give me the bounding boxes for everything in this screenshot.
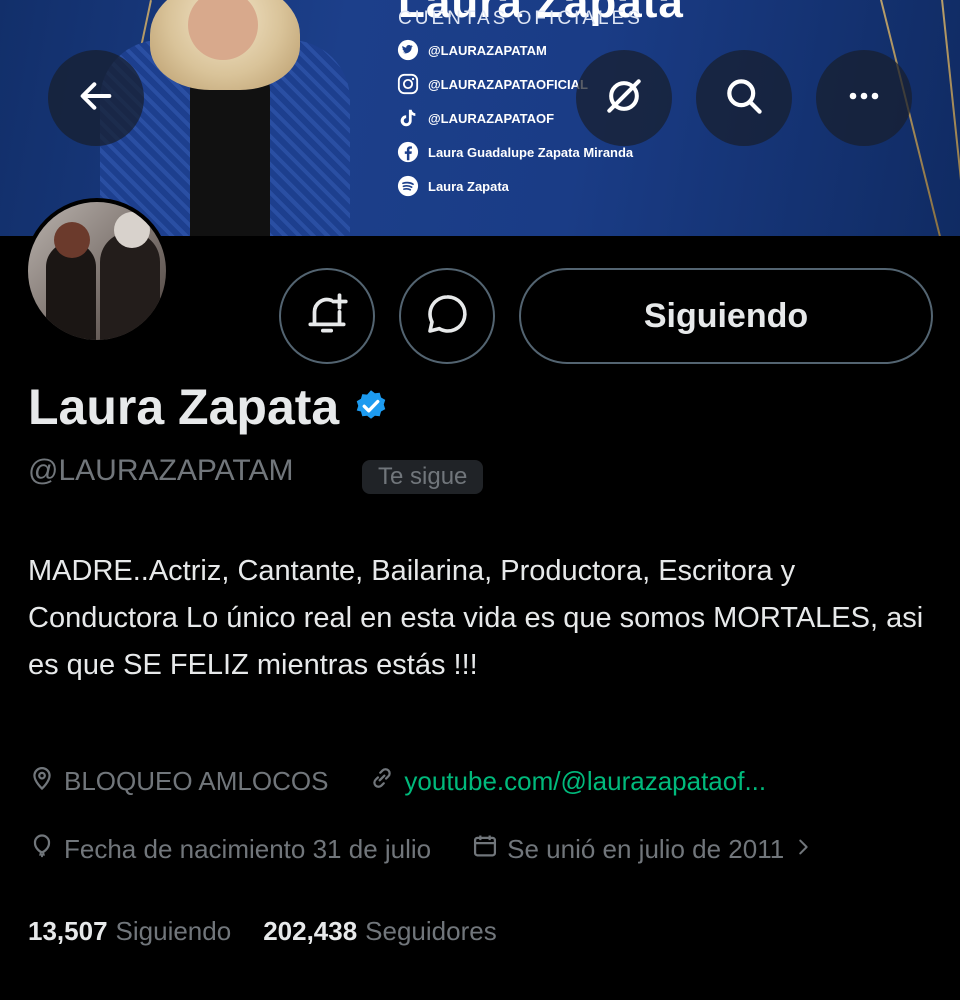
banner-social-label: @LAURAZAPATAM xyxy=(428,42,547,58)
profile-name: Laura Zapata xyxy=(28,379,340,435)
profile-name-row: Laura Zapata xyxy=(28,378,389,436)
followers-stat[interactable]: 202,438 Seguidores xyxy=(263,916,497,947)
spotify-icon xyxy=(396,174,420,198)
website-link[interactable]: youtube.com/@laurazapataof... xyxy=(404,766,766,797)
banner-social-tiktok: @LAURAZAPATAOF xyxy=(396,106,554,130)
followers-count: 202,438 xyxy=(263,916,358,946)
banner-social-label: @LAURAZAPATAOFICIAL xyxy=(428,76,588,92)
arrow-left-icon xyxy=(76,76,116,121)
profile-birthday: Fecha de nacimiento 31 de julio xyxy=(28,832,431,867)
banner-social-instagram: @LAURAZAPATAOFICIAL xyxy=(396,72,588,96)
following-stat[interactable]: 13,507 Siguiendo xyxy=(28,916,231,947)
joined-text: Se unió en julio de 2011 xyxy=(507,834,785,864)
more-icon xyxy=(842,74,886,123)
verified-badge-icon[interactable] xyxy=(353,378,389,436)
banner-decoration xyxy=(940,0,960,236)
banner-social-label: Laura Zapata xyxy=(428,178,509,194)
avatar[interactable] xyxy=(24,198,170,344)
link-icon xyxy=(368,764,396,799)
follows-you-badge: Te sigue xyxy=(362,460,484,494)
message-button[interactable] xyxy=(399,268,495,364)
banner-social-label: @LAURAZAPATAOF xyxy=(428,110,555,126)
banner-social-facebook: Laura Guadalupe Zapata Miranda xyxy=(396,140,633,164)
message-icon xyxy=(423,290,471,343)
bell-plus-icon xyxy=(302,289,352,344)
grok-button[interactable] xyxy=(576,50,672,146)
profile-website[interactable]: youtube.com/@laurazapataof... xyxy=(368,764,766,799)
profile-handle: @LAURAZAPATAM xyxy=(28,454,294,487)
banner-social-label: Laura Guadalupe Zapata Miranda xyxy=(428,144,634,160)
calendar-icon xyxy=(471,832,499,867)
profile-joined[interactable]: Se unió en julio de 2011 xyxy=(471,832,814,867)
search-button[interactable] xyxy=(696,50,792,146)
banner-social-spotify: Laura Zapata xyxy=(396,174,509,198)
followers-label: Seguidores xyxy=(365,916,497,946)
twitter-icon xyxy=(396,38,420,62)
facebook-icon xyxy=(396,140,420,164)
location-text: BLOQUEO AMLOCOS xyxy=(64,766,329,796)
profile-stats: 13,507 Siguiendo 202,438 Seguidores xyxy=(28,916,497,947)
instagram-icon xyxy=(396,72,420,96)
banner-social-twitter: @LAURAZAPATAM xyxy=(396,38,547,62)
following-count: 13,507 xyxy=(28,916,108,946)
chevron-right-icon xyxy=(792,834,814,865)
search-icon xyxy=(722,74,766,123)
profile-meta-row: BLOQUEO AMLOCOS youtube.com/@laurazapata… xyxy=(28,764,766,799)
back-button[interactable] xyxy=(48,50,144,146)
balloon-icon xyxy=(28,832,56,867)
profile-banner[interactable]: Laura Zapata CUENTAS OFICIALES @LAURAZAP… xyxy=(0,0,960,236)
following-button[interactable]: Siguiendo xyxy=(519,268,933,364)
more-options-button[interactable] xyxy=(816,50,912,146)
profile-meta-row: Fecha de nacimiento 31 de julio Se unió … xyxy=(28,832,814,867)
notifications-button[interactable] xyxy=(279,268,375,364)
following-label: Siguiendo xyxy=(115,916,232,946)
birthday-text: Fecha de nacimiento 31 de julio xyxy=(64,834,432,864)
profile-bio: MADRE..Actriz, Cantante, Bailarina, Prod… xyxy=(28,555,924,681)
location-pin-icon xyxy=(28,764,56,799)
grok-icon xyxy=(602,74,646,123)
tiktok-icon xyxy=(396,106,420,130)
banner-subtitle: CUENTAS OFICIALES xyxy=(398,8,643,29)
profile-location: BLOQUEO AMLOCOS xyxy=(28,764,328,799)
